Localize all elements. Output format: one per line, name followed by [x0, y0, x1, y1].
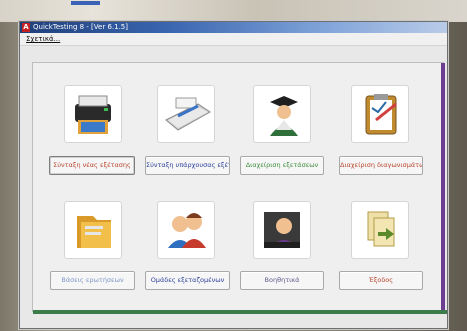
- main-panel: Σύνταξη νέας εξέτασης Σύνταξη υπάρχουσας…: [32, 62, 447, 314]
- assistant-icon[interactable]: [253, 201, 311, 259]
- app-icon: A: [22, 23, 30, 32]
- exit-button[interactable]: Έξοδος: [339, 271, 423, 290]
- window-title: QuickTesting 8 - [Ver 6.1.5]: [33, 23, 128, 31]
- candidate-groups-button[interactable]: Ομάδες εξεταζομένων: [145, 271, 230, 290]
- folder-icon[interactable]: [64, 201, 122, 259]
- title-bar: A QuickTesting 8 - [Ver 6.1.5]: [20, 22, 447, 33]
- people-icon[interactable]: [157, 201, 215, 259]
- panel-accent-bottom: [33, 310, 447, 314]
- panel-accent-right: [441, 63, 445, 311]
- scanner-icon[interactable]: [157, 85, 215, 143]
- question-banks-button[interactable]: Βάσεις ερωτήσεων: [50, 271, 135, 290]
- printer-icon[interactable]: [64, 85, 122, 143]
- new-exam-button[interactable]: Σύνταξη νέας εξέτασης: [49, 156, 135, 175]
- clipboard-icon[interactable]: [351, 85, 409, 143]
- exit-icon[interactable]: [351, 201, 409, 259]
- existing-exam-button[interactable]: Σύνταξη υπάρχουσας εξέτασης: [145, 156, 230, 175]
- app-window: A QuickTesting 8 - [Ver 6.1.5] Σχετικά..…: [19, 21, 448, 329]
- menu-bar: Σχετικά...: [20, 33, 447, 46]
- utilities-button[interactable]: Βοηθητικά: [240, 271, 324, 290]
- manage-tests-button[interactable]: Διαχείριση διαγωνισμάτων: [339, 156, 423, 175]
- desktop-top-strip: [0, 0, 467, 22]
- menu-item-about[interactable]: Σχετικά...: [26, 33, 60, 45]
- graduate-icon[interactable]: [253, 85, 311, 143]
- desktop-link-mark: [71, 1, 100, 5]
- manage-exams-button[interactable]: Διαχείριση εξετάσεων: [240, 156, 324, 175]
